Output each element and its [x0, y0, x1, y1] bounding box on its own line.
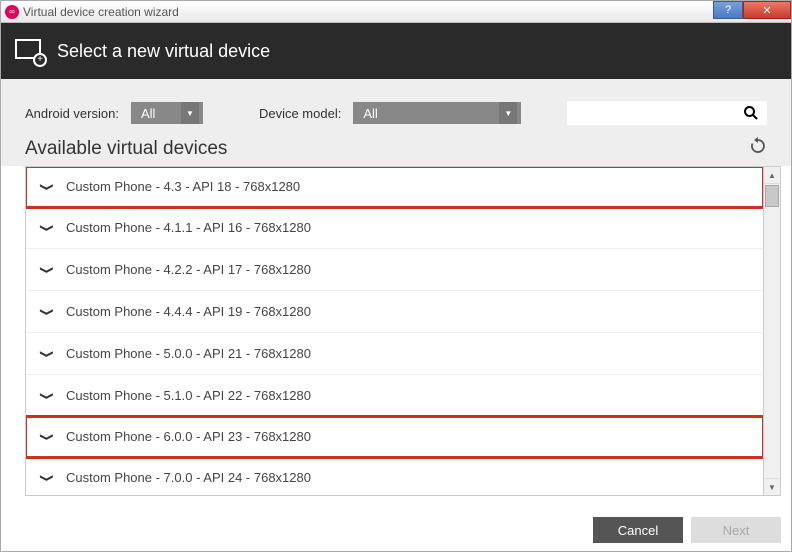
- device-label: Custom Phone - 5.0.0 - API 21 - 768x1280: [66, 346, 311, 361]
- device-model-label: Device model:: [259, 106, 341, 121]
- window-title: Virtual device creation wizard: [23, 5, 179, 19]
- search-icon: [743, 105, 759, 121]
- device-row[interactable]: ❯ Custom Phone - 4.3 - API 18 - 768x1280: [26, 167, 763, 207]
- device-label: Custom Phone - 6.0.0 - API 23 - 768x1280: [66, 429, 311, 444]
- wizard-header: + Select a new virtual device: [1, 23, 791, 79]
- app-icon: ∞: [5, 5, 19, 19]
- device-add-icon: +: [15, 39, 43, 63]
- chevron-down-icon: ❯: [39, 262, 55, 276]
- device-label: Custom Phone - 5.1.0 - API 22 - 768x1280: [66, 388, 311, 403]
- section-title: Available virtual devices: [25, 138, 227, 160]
- search-input[interactable]: [567, 101, 767, 125]
- chevron-down-icon: ❯: [39, 346, 55, 360]
- device-row[interactable]: ❯ Custom Phone - 4.4.4 - API 19 - 768x128…: [26, 291, 763, 333]
- device-list-container: ❯Custom Phone - 4.3 - API 18 - 768x1280❯…: [25, 166, 781, 496]
- device-label: Custom Phone - 4.2.2 - API 17 - 768x1280: [66, 262, 311, 277]
- refresh-button[interactable]: [749, 137, 767, 160]
- wizard-title: Select a new virtual device: [57, 41, 270, 62]
- device-model-value: All: [363, 106, 377, 121]
- scroll-up-icon[interactable]: ▲: [764, 167, 780, 184]
- android-version-dropdown[interactable]: All ▼: [131, 102, 203, 124]
- chevron-down-icon: ❯: [39, 220, 55, 234]
- device-row[interactable]: ❯ Custom Phone - 4.2.2 - API 17 - 768x128…: [26, 249, 763, 291]
- window-close-button[interactable]: ✕: [743, 1, 791, 19]
- device-label: Custom Phone - 7.0.0 - API 24 - 768x1280: [66, 470, 311, 485]
- chevron-down-icon: ❯: [39, 179, 55, 193]
- vertical-scrollbar[interactable]: ▲ ▼: [764, 166, 781, 496]
- chevron-down-icon: ❯: [39, 429, 55, 443]
- device-row[interactable]: ❯ Custom Phone - 6.0.0 - API 23 - 768x128…: [26, 417, 763, 457]
- scroll-down-icon[interactable]: ▼: [764, 478, 780, 495]
- chevron-down-icon: ▼: [499, 102, 517, 124]
- device-label: Custom Phone - 4.1.1 - API 16 - 768x1280: [66, 220, 311, 235]
- section-header: Available virtual devices: [1, 137, 791, 166]
- chevron-down-icon: ❯: [39, 470, 55, 484]
- device-row[interactable]: ❯ Custom Phone - 5.0.0 - API 21 - 768x128…: [26, 333, 763, 375]
- android-version-label: Android version:: [25, 106, 119, 121]
- window-help-button[interactable]: ?: [713, 1, 743, 19]
- next-button: Next: [691, 517, 781, 543]
- wizard-footer: Cancel Next: [593, 517, 781, 543]
- cancel-button[interactable]: Cancel: [593, 517, 683, 543]
- scrollbar-thumb[interactable]: [765, 185, 779, 207]
- device-row[interactable]: ❯ Custom Phone - 4.1.1 - API 16 - 768x128…: [26, 207, 763, 249]
- chevron-down-icon: ❯: [39, 388, 55, 402]
- android-version-value: All: [141, 106, 155, 121]
- device-row[interactable]: ❯ Custom Phone - 7.0.0 - API 24 - 768x128…: [26, 457, 763, 496]
- device-label: Custom Phone - 4.4.4 - API 19 - 768x1280: [66, 304, 311, 319]
- device-row[interactable]: ❯ Custom Phone - 5.1.0 - API 22 - 768x128…: [26, 375, 763, 417]
- filter-bar: Android version: All ▼ Device model: All…: [1, 79, 791, 137]
- device-list: ❯Custom Phone - 4.3 - API 18 - 768x1280❯…: [25, 166, 764, 496]
- device-label: Custom Phone - 4.3 - API 18 - 768x1280: [66, 179, 300, 194]
- chevron-down-icon: ❯: [39, 304, 55, 318]
- window-titlebar: ∞ Virtual device creation wizard ? ✕: [1, 1, 791, 23]
- chevron-down-icon: ▼: [181, 102, 199, 124]
- device-model-dropdown[interactable]: All ▼: [353, 102, 521, 124]
- refresh-icon: [749, 137, 767, 155]
